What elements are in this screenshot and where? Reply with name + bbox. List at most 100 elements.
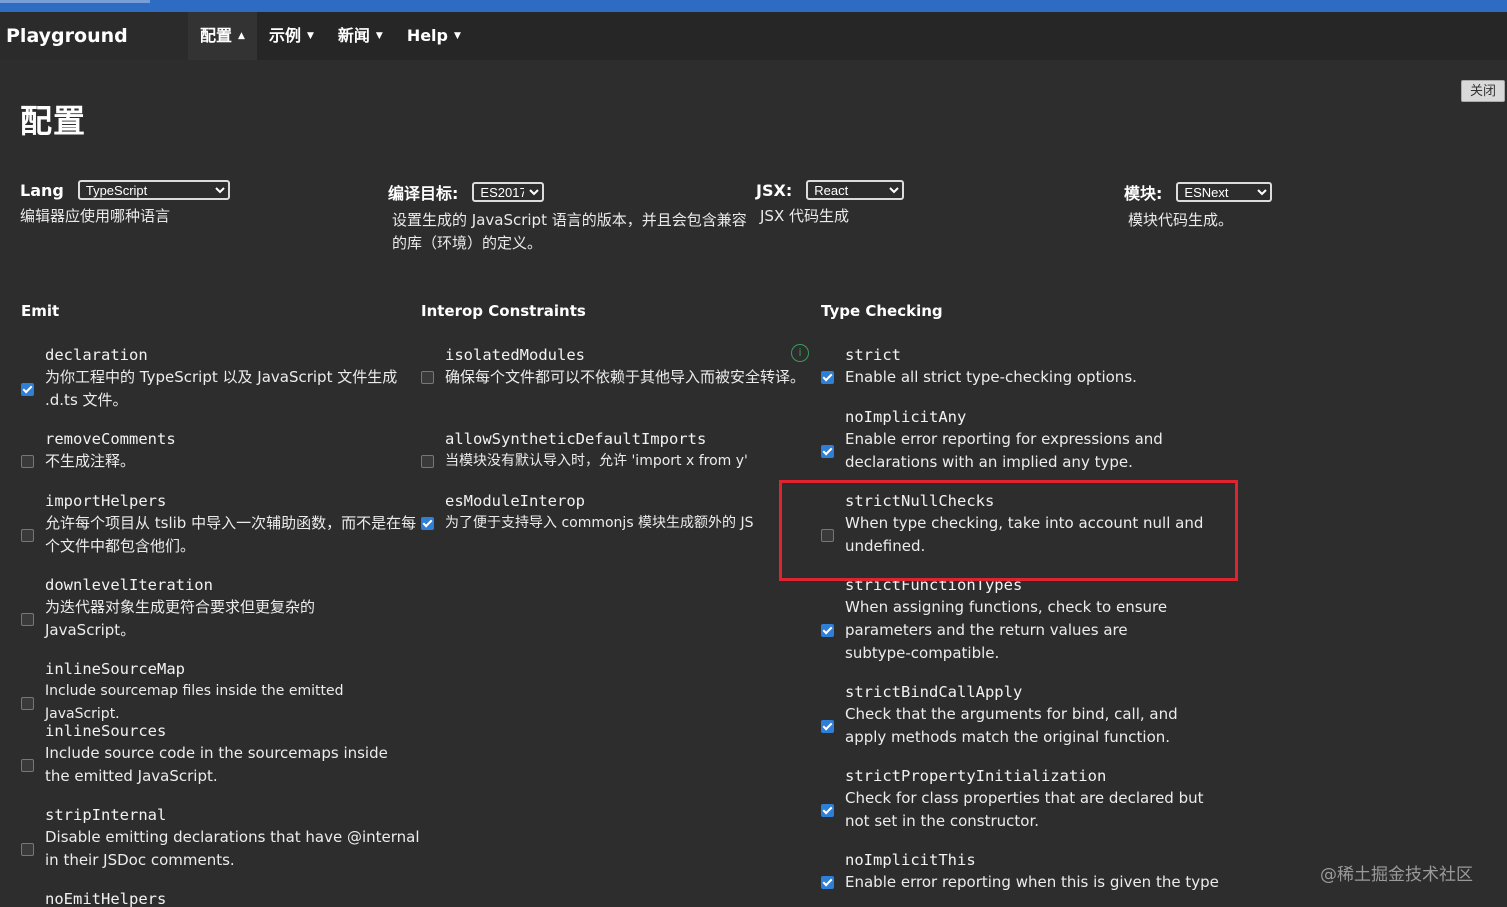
watermark: @稀土掘金技术社区: [1320, 865, 1473, 885]
setting-target-desc: 设置生成的 JavaScript 语言的版本，并且会包含兼容的库（环境）的定义。: [392, 211, 747, 252]
checkbox-checked[interactable]: [821, 624, 834, 637]
checkbox-unchecked[interactable]: [21, 696, 34, 710]
caret-down-icon: ▼: [454, 31, 461, 41]
option-desc: 为你工程中的 TypeScript 以及 JavaScript 文件生成 .d.…: [45, 368, 398, 409]
heading-type-checking: Type Checking: [821, 302, 943, 320]
option-name: strictPropertyInitialization: [845, 767, 1107, 785]
target-select[interactable]: ES2017: [472, 182, 545, 202]
setting-lang-label: Lang: [20, 180, 64, 200]
option-strict: strict Enable all strict type-checking o…: [821, 344, 1221, 389]
setting-module-label: 模块:: [1124, 184, 1163, 203]
checkbox-checked[interactable]: [821, 719, 834, 733]
option-desc: Check for class properties that are decl…: [845, 789, 1204, 830]
option-name: isolatedModules: [445, 346, 585, 364]
option-desc: 不生成注释。: [45, 452, 136, 470]
menu-config-label: 配置: [200, 26, 233, 45]
option-noImplicitThis: noImplicitThis Enable error reporting wh…: [821, 849, 1221, 894]
option-name: inlineSourceMap: [45, 660, 185, 678]
checkbox-checked[interactable]: [421, 517, 434, 530]
option-name: declaration: [45, 346, 148, 364]
brand-playground[interactable]: Playground: [0, 12, 188, 60]
caret-down-icon: ▼: [306, 31, 314, 41]
option-downlevelIteration: downlevelIteration 为迭代器对象生成更符合要求但更复杂的 Ja…: [21, 574, 421, 642]
setting-module: 模块: ESNext 模块代码生成。: [1124, 180, 1494, 232]
caret-up-icon: ▲: [238, 31, 245, 41]
setting-jsx-label: JSX:: [756, 180, 793, 200]
option-strictPropertyInitialization: strictPropertyInitialization Check for c…: [821, 765, 1221, 833]
setting-lang: Lang TypeScript 编辑器应使用哪种语言: [20, 180, 380, 228]
checkbox-checked[interactable]: [821, 876, 834, 889]
heading-interop: Interop Constraints: [421, 302, 586, 320]
menu-help[interactable]: Help ▼: [395, 12, 473, 60]
option-name: esModuleInterop: [445, 492, 585, 510]
menu-news-label: 新闻: [337, 26, 370, 45]
option-name: noImplicitThis: [845, 851, 976, 869]
nav-menu: 配置 ▲ 示例 ▼ 新闻 ▼ Help ▼: [188, 12, 473, 60]
checkbox-unchecked[interactable]: [21, 842, 34, 856]
checkbox-unchecked[interactable]: [421, 455, 434, 468]
option-desc: Include source code in the sourcemaps in…: [45, 744, 388, 785]
option-name: strictBindCallApply: [845, 683, 1023, 701]
checkbox-checked[interactable]: [821, 371, 834, 384]
option-name: strict: [845, 346, 901, 364]
option-stripInternal: stripInternal Disable emitting declarati…: [21, 804, 421, 872]
checkbox-unchecked[interactable]: [21, 612, 34, 626]
option-desc: Check that the arguments for bind, call,…: [845, 705, 1178, 746]
checkbox-unchecked[interactable]: [421, 371, 434, 384]
checkbox-checked[interactable]: [821, 803, 834, 817]
heading-emit: Emit: [21, 302, 60, 320]
menu-news[interactable]: 新闻 ▼: [326, 12, 395, 60]
option-inlineSources: inlineSources Include source code in the…: [21, 720, 421, 788]
menu-examples-label: 示例: [268, 26, 301, 45]
setting-lang-desc: 编辑器应使用哪种语言: [20, 207, 171, 225]
option-esModuleInterop: esModuleInterop 为了便于支持导入 commonjs 模块生成额外…: [421, 490, 787, 535]
option-desc: Enable all strict type-checking options.: [845, 368, 1137, 386]
option-allowSyntheticDefaultImports: allowSyntheticDefaultImports 当模块没有默认导入时，…: [421, 428, 806, 473]
page-title: 配置: [20, 102, 87, 140]
menu-help-label: Help: [406, 26, 448, 45]
module-select[interactable]: ESNext: [1176, 182, 1273, 202]
close-button[interactable]: 关闭: [1461, 80, 1505, 102]
checkbox-checked[interactable]: [821, 444, 834, 458]
checkbox-unchecked[interactable]: [21, 528, 34, 542]
option-desc: 允许每个项目从 tslib 中导入一次辅助函数，而不是在每个文件中都包含他们。: [45, 514, 417, 555]
navbar: Playground 配置 ▲ 示例 ▼ 新闻 ▼ Help ▼: [0, 12, 1507, 60]
setting-module-desc: 模块代码生成。: [1128, 211, 1234, 229]
setting-jsx-desc: JSX 代码生成: [760, 207, 849, 225]
option-name: downlevelIteration: [45, 576, 213, 594]
option-name: noImplicitAny: [845, 408, 967, 426]
option-desc: 为迭代器对象生成更符合要求但更复杂的 JavaScript。: [45, 598, 316, 639]
option-name: removeComments: [45, 430, 176, 448]
option-name: stripInternal: [45, 806, 167, 824]
option-removeComments: removeComments 不生成注释。: [21, 428, 421, 473]
checkbox-checked[interactable]: [21, 382, 34, 396]
checkbox-unchecked[interactable]: [21, 455, 34, 468]
option-desc: 确保每个文件都可以不依赖于其他导入而被安全转译。: [445, 368, 806, 386]
option-isolatedModules: isolatedModules 确保每个文件都可以不依赖于其他导入而被安全转译。: [421, 344, 806, 389]
option-desc: 为了便于支持导入 commonjs 模块生成额外的 JS: [445, 515, 754, 531]
menu-config[interactable]: 配置 ▲: [188, 12, 257, 60]
setting-target-label: 编译目标:: [388, 184, 459, 203]
option-strictFunctionTypes: strictFunctionTypes When assigning funct…: [821, 574, 1221, 665]
option-noImplicitAny: noImplicitAny Enable error reporting for…: [821, 406, 1221, 474]
option-noEmitHelpers: noEmitHelpers: [21, 888, 421, 907]
option-desc: Disable emitting declarations that have …: [45, 828, 420, 869]
option-importHelpers: importHelpers 允许每个项目从 tslib 中导入一次辅助函数，而不…: [21, 490, 421, 558]
option-name: importHelpers: [45, 492, 167, 510]
setting-jsx: JSX: React JSX 代码生成: [756, 180, 1116, 228]
jsx-select[interactable]: React: [806, 180, 905, 200]
setting-target: 编译目标: ES2017 设置生成的 JavaScript 语言的版本，并且会包含…: [388, 180, 750, 255]
option-name: allowSyntheticDefaultImports: [445, 430, 707, 448]
option-desc: Enable error reporting for expressions a…: [845, 430, 1163, 471]
option-inlineSourceMap: inlineSourceMap Include sourcemap files …: [21, 658, 421, 726]
option-desc: Enable error reporting when this is give…: [845, 873, 1219, 891]
lang-select[interactable]: TypeScript: [77, 180, 230, 200]
option-name: inlineSources: [45, 722, 167, 740]
checkbox-unchecked[interactable]: [21, 758, 34, 772]
caret-down-icon: ▼: [375, 31, 383, 41]
option-declaration: declaration 为你工程中的 TypeScript 以及 JavaScr…: [21, 344, 421, 412]
option-desc: 当模块没有默认导入时，允许 'import x from y': [445, 453, 748, 469]
menu-examples[interactable]: 示例 ▼: [257, 12, 326, 60]
option-name: noEmitHelpers: [45, 890, 167, 907]
option-strictBindCallApply: strictBindCallApply Check that the argum…: [821, 681, 1221, 749]
